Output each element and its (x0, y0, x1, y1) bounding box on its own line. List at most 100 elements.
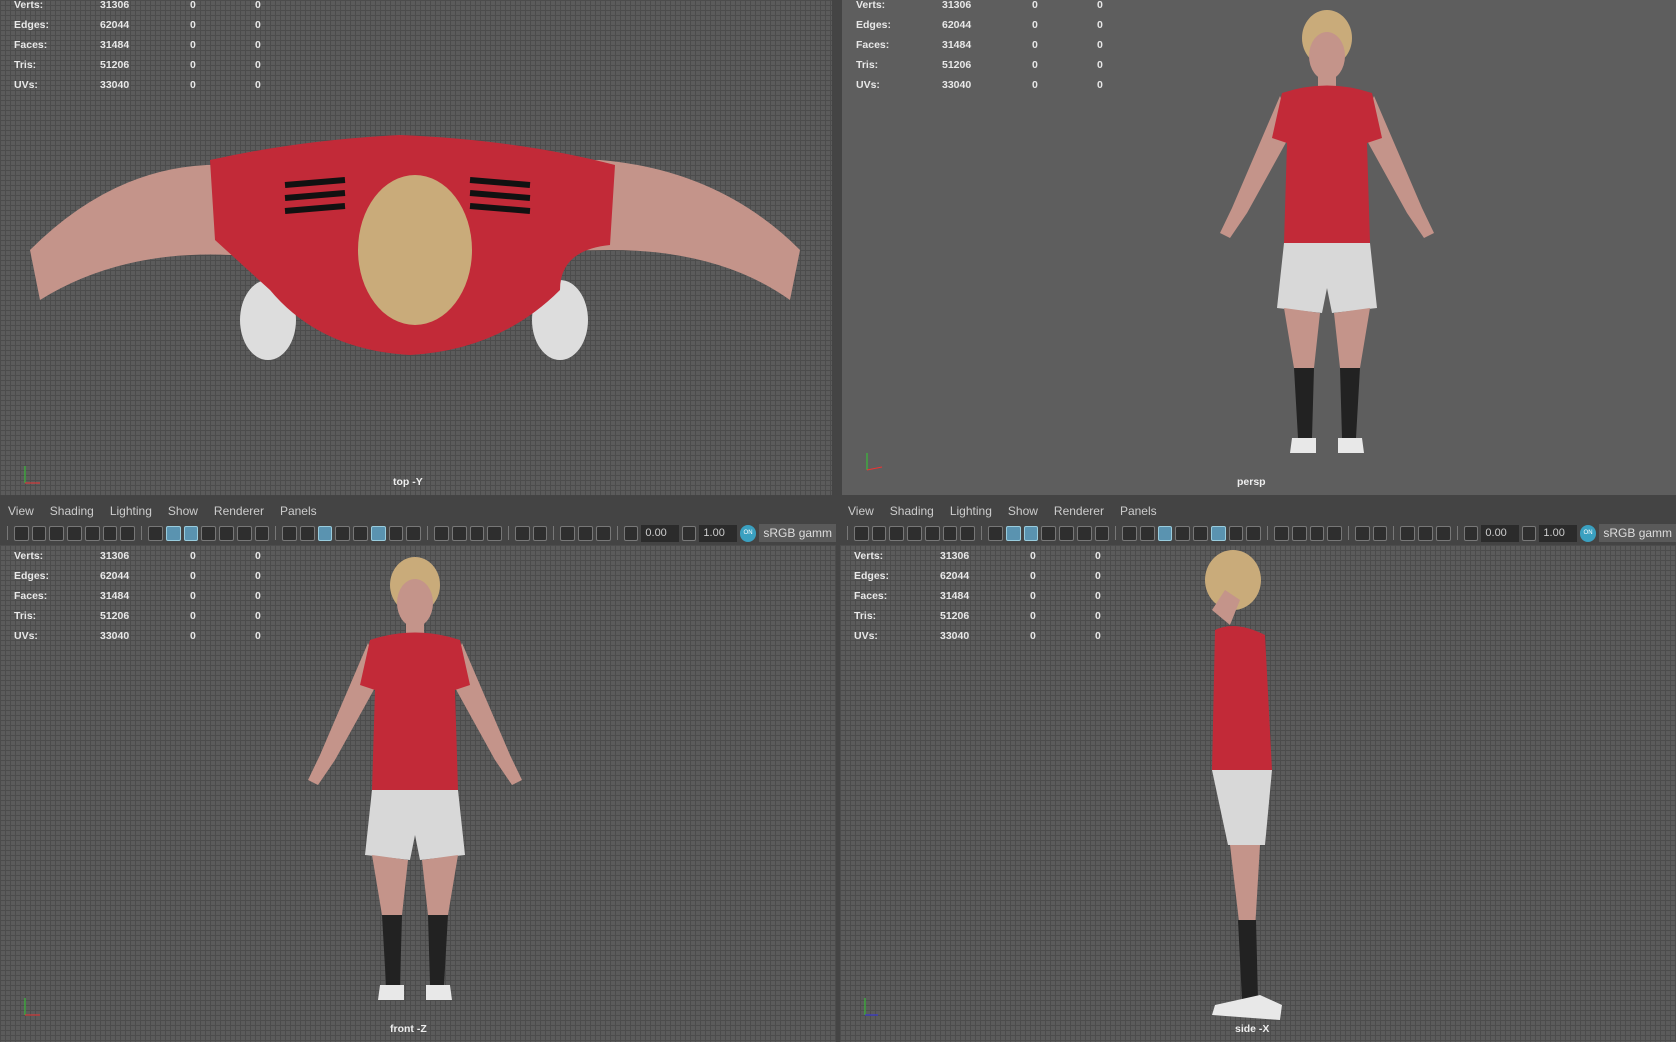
viewport-persp[interactable]: Verts: 31306 0 0 Edges: 62044 0 0 Faces: 31484 0 0 T… (842, 0, 1676, 495)
tool-button-icon[interactable] (942, 525, 958, 541)
tool-button-icon[interactable] (165, 525, 181, 541)
tool-button-icon[interactable] (201, 525, 217, 541)
tool-button-icon[interactable] (469, 525, 485, 541)
tool-button-icon[interactable] (120, 525, 136, 541)
hud-cell: 0 (1030, 630, 1036, 642)
tool-button-icon[interactable] (353, 525, 368, 541)
tool-button-icon[interactable] (1309, 525, 1325, 541)
tool-button-icon[interactable] (1291, 525, 1307, 541)
tool-button-icon[interactable] (1193, 525, 1208, 541)
tool-button-icon[interactable] (515, 525, 530, 541)
hud-cell: 0 (1097, 79, 1103, 91)
menu-panels[interactable]: Panels (1120, 504, 1157, 518)
tool-button-icon[interactable] (1005, 525, 1021, 541)
viewport-label: top -Y (393, 476, 423, 488)
hud-cell: 62044 (942, 19, 972, 31)
tool-button-icon[interactable] (924, 525, 940, 541)
menu-lighting[interactable]: Lighting (110, 504, 152, 518)
viewport-side[interactable]: View Shading Lighting Show Renderer Panels 0.0… (840, 500, 1676, 1042)
tool-button-icon[interactable] (434, 525, 449, 541)
tool-button-icon[interactable] (560, 525, 576, 541)
menu-renderer[interactable]: Renderer (1054, 504, 1104, 518)
tool-button-icon[interactable] (889, 525, 905, 541)
tool-button-icon[interactable] (406, 525, 422, 541)
exposure-field[interactable]: 0.00 (641, 524, 679, 542)
tool-button-icon[interactable] (960, 525, 976, 541)
tool-button-icon[interactable] (1274, 525, 1289, 541)
gamma-field[interactable]: 1.00 (1539, 524, 1577, 542)
hud-cell: 31484 (100, 590, 130, 602)
tool-button-icon[interactable] (1094, 525, 1110, 541)
tool-button-icon[interactable] (1435, 525, 1451, 541)
tool-button-icon[interactable] (67, 525, 82, 541)
menu-view[interactable]: View (848, 504, 874, 518)
tool-button-icon[interactable] (335, 525, 351, 541)
tool-button-icon[interactable] (1418, 525, 1433, 541)
viewport-top[interactable]: Verts: 31306 0 0 Edges: 62044 0 0 Faces: 31484 0 0 T… (0, 0, 832, 495)
tool-button-icon[interactable] (1157, 525, 1173, 541)
tool-button-icon[interactable] (1228, 525, 1244, 541)
hud-cell: 0 (190, 59, 196, 71)
tool-button-icon[interactable] (1076, 525, 1092, 541)
tool-button-icon[interactable] (578, 525, 593, 541)
exposure-field[interactable]: 0.00 (1481, 524, 1519, 542)
tool-button-icon[interactable] (84, 525, 100, 541)
tool-button-icon[interactable] (1355, 525, 1370, 541)
menu-view[interactable]: View (8, 504, 34, 518)
hud-cell: 0 (1097, 0, 1103, 11)
color-space-dropdown[interactable]: sRGB gamm (759, 524, 836, 542)
separator (141, 526, 143, 540)
tool-button-icon[interactable] (13, 525, 29, 541)
tool-button-icon[interactable] (871, 525, 887, 541)
tool-button-icon[interactable] (102, 525, 118, 541)
tool-button-icon[interactable] (299, 525, 315, 541)
tool-button-icon[interactable] (1400, 525, 1416, 541)
tool-button-icon[interactable] (370, 525, 386, 541)
tool-button-icon[interactable] (853, 525, 869, 541)
tool-button-icon[interactable] (988, 525, 1003, 541)
menu-shading[interactable]: Shading (50, 504, 94, 518)
hud-row: Faces: 31484 0 0 (14, 35, 320, 55)
tool-button-icon[interactable] (388, 525, 404, 541)
tool-button-icon[interactable] (317, 525, 333, 541)
separator (275, 526, 277, 540)
menu-renderer[interactable]: Renderer (214, 504, 264, 518)
tool-button-icon[interactable] (532, 525, 548, 541)
hud-poly-count: Verts: 31306 0 0 Edges: 62044 0 0 Faces: 31484 0 0 T… (854, 546, 1160, 646)
hud-poly-count: Verts: 31306 0 0 Edges: 62044 0 0 Faces: 31484 0 0 T… (14, 546, 320, 646)
viewport-front[interactable]: View Shading Lighting Show Renderer Panels 0.0… (0, 500, 836, 1042)
hud-row: Verts: 31306 0 0 (14, 546, 320, 566)
color-management-toggle[interactable]: ON (739, 524, 757, 542)
tool-button-icon[interactable] (1122, 525, 1137, 541)
tool-button-icon[interactable] (451, 525, 467, 541)
color-management-toggle[interactable]: ON (1579, 524, 1597, 542)
gamma-field[interactable]: 1.00 (699, 524, 737, 542)
tool-button-icon[interactable] (1041, 525, 1057, 541)
tool-button-icon[interactable] (31, 525, 47, 541)
menu-shading[interactable]: Shading (890, 504, 934, 518)
hud-row: Tris: 51206 0 0 (856, 55, 1162, 75)
menu-lighting[interactable]: Lighting (950, 504, 992, 518)
tool-button-icon[interactable] (1210, 525, 1226, 541)
menu-show[interactable]: Show (1008, 504, 1038, 518)
tool-button-icon[interactable] (219, 525, 234, 541)
tool-button-icon[interactable] (1139, 525, 1155, 541)
menu-panels[interactable]: Panels (280, 504, 317, 518)
tool-button-icon[interactable] (236, 525, 252, 541)
tool-button-icon[interactable] (183, 525, 199, 541)
menu-show[interactable]: Show (168, 504, 198, 518)
tool-button-icon[interactable] (487, 525, 503, 541)
tool-button-icon[interactable] (148, 525, 163, 541)
tool-button-icon[interactable] (1023, 525, 1039, 541)
tool-button-icon[interactable] (907, 525, 922, 541)
tool-button-icon[interactable] (1246, 525, 1262, 541)
tool-button-icon[interactable] (1327, 525, 1343, 541)
tool-button-icon[interactable] (1059, 525, 1074, 541)
tool-button-icon[interactable] (254, 525, 270, 541)
tool-button-icon[interactable] (49, 525, 65, 541)
color-space-dropdown[interactable]: sRGB gamm (1599, 524, 1676, 542)
tool-button-icon[interactable] (282, 525, 297, 541)
tool-button-icon[interactable] (595, 525, 611, 541)
tool-button-icon[interactable] (1175, 525, 1191, 541)
tool-button-icon[interactable] (1372, 525, 1388, 541)
